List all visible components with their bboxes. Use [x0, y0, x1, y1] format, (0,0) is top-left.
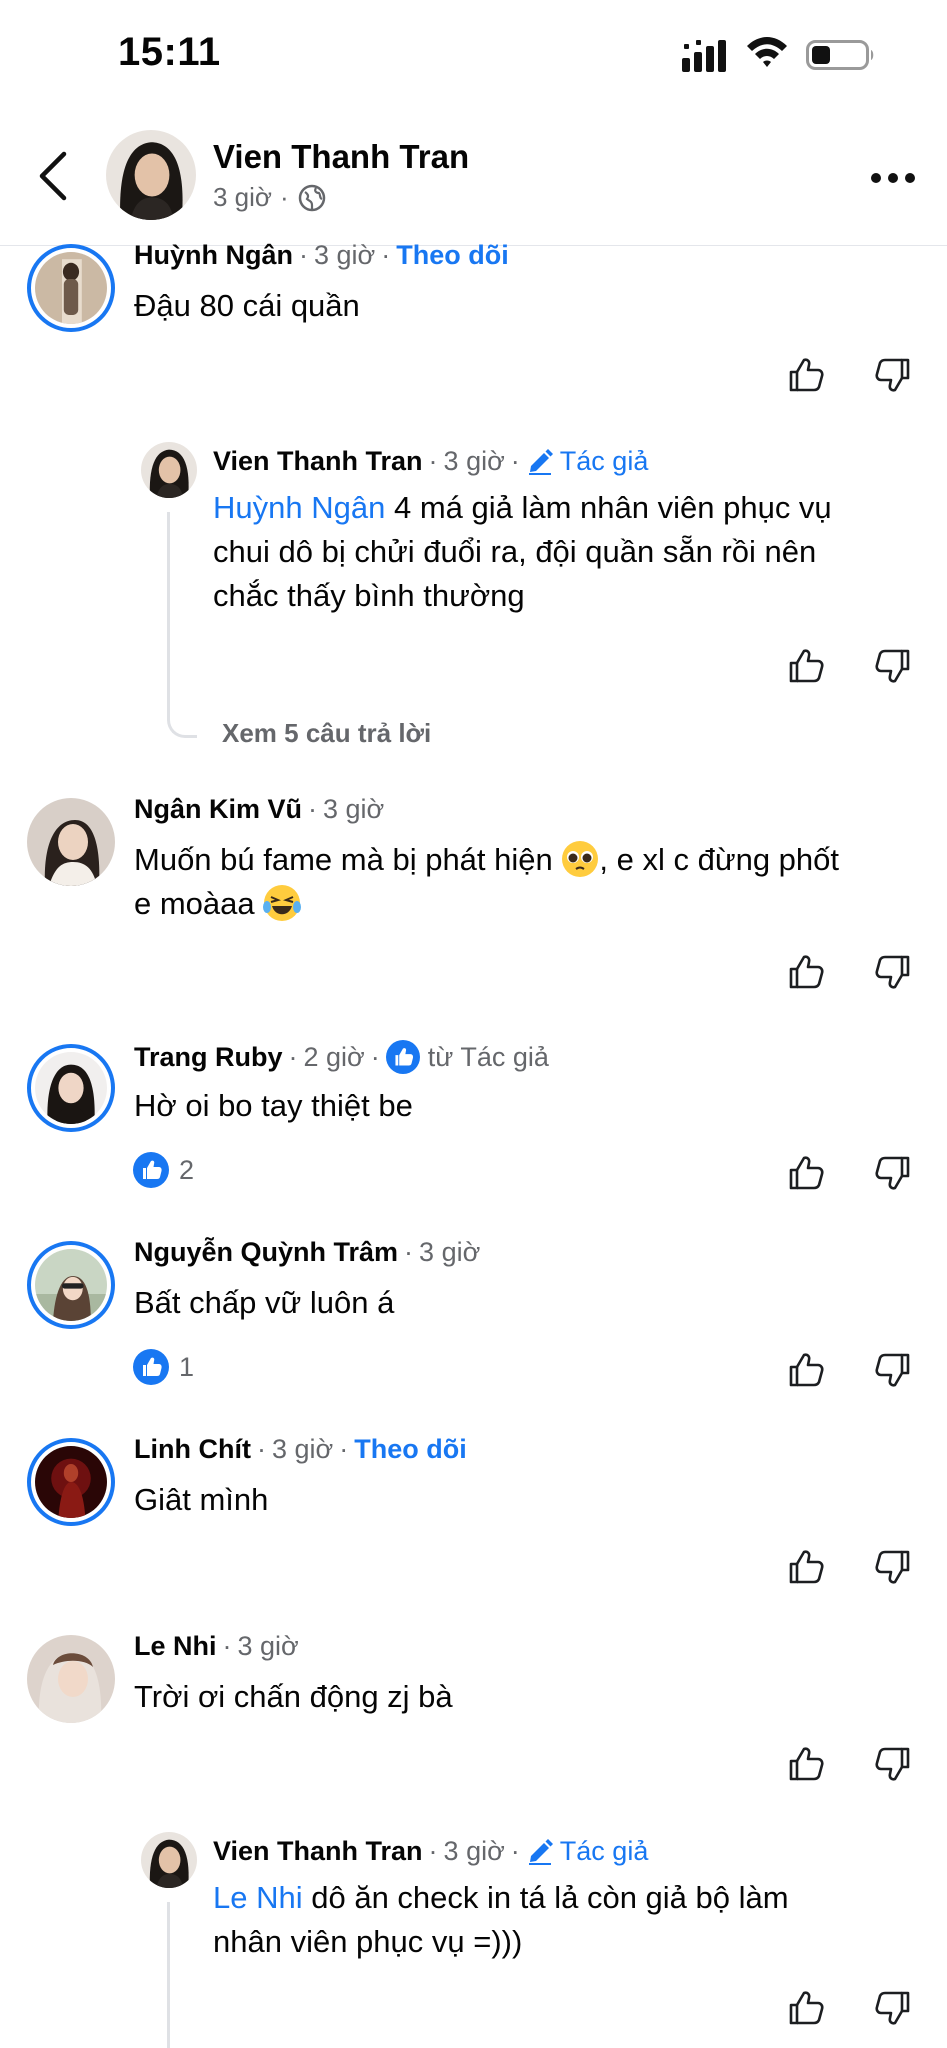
- author-badge: Tác giả: [526, 446, 648, 477]
- comment-time: 3 giờ: [419, 1237, 481, 1267]
- commenter-avatar[interactable]: [27, 798, 115, 886]
- comment-text: Giât mình: [134, 1482, 269, 1517]
- mention-link[interactable]: Le Nhi: [213, 1880, 303, 1915]
- reply-author-name[interactable]: Vien Thanh Tran: [213, 1836, 423, 1867]
- commenter-name[interactable]: Huỳnh Ngân: [134, 240, 293, 271]
- upvote-icon[interactable]: [786, 646, 826, 686]
- more-options-icon[interactable]: [870, 168, 916, 188]
- reply-text: Le Nhi dô ăn check in tá lả còn giả bộ l…: [213, 1880, 789, 1959]
- author-liked-badge: từ Tác giả: [386, 1040, 549, 1074]
- downvote-icon[interactable]: [873, 1744, 913, 1784]
- post-time: 3 giờ: [213, 182, 272, 212]
- comment-time: 3 giờ: [323, 794, 385, 824]
- reaction-count[interactable]: 2: [133, 1152, 194, 1188]
- commenter-name[interactable]: Ngân Kim Vũ: [134, 794, 302, 825]
- back-arrow-icon[interactable]: [34, 150, 74, 202]
- battery-icon: [806, 40, 874, 70]
- comment-time: 3 giờ: [271, 1434, 334, 1464]
- pleading-face-emoji: [562, 841, 599, 877]
- downvote-icon[interactable]: [873, 646, 913, 686]
- commenter-avatar[interactable]: [27, 1241, 115, 1329]
- downvote-icon[interactable]: [873, 1988, 913, 2028]
- comment-header: Le Nhi · 3 giờ: [134, 1631, 299, 1662]
- downvote-icon[interactable]: [873, 1547, 913, 1587]
- downvote-icon[interactable]: [873, 355, 913, 395]
- reply-author-avatar[interactable]: [141, 1832, 197, 1888]
- commenter-avatar[interactable]: [27, 1635, 115, 1723]
- upvote-icon[interactable]: [786, 1988, 826, 2028]
- comment-header: Linh Chít · 3 giờ · Theo dõi: [134, 1434, 467, 1465]
- comment-header: Nguyễn Quỳnh Trâm · 3 giờ: [134, 1237, 481, 1268]
- thread-line: [167, 512, 197, 738]
- comment-time: 2 giờ: [303, 1041, 365, 1072]
- cellular-signal-icon: [682, 40, 726, 72]
- like-icon: [386, 1040, 420, 1074]
- author-avatar[interactable]: [106, 130, 196, 220]
- downvote-icon[interactable]: [873, 952, 913, 992]
- reply-time: 3 giờ: [443, 1836, 505, 1866]
- commenter-avatar[interactable]: [27, 1438, 115, 1526]
- reply-text: Huỳnh Ngân 4 má giả làm nhân viên phục v…: [213, 490, 832, 613]
- thread-line: [167, 1902, 170, 2048]
- pencil-icon: [526, 1838, 554, 1866]
- post-header: Vien Thanh Tran 3 giờ ·: [0, 110, 947, 246]
- mention-link[interactable]: Huỳnh Ngân: [213, 490, 385, 525]
- status-time: 15:11: [118, 30, 221, 74]
- post-meta: 3 giờ ·: [213, 182, 327, 213]
- comment-header: Ngân Kim Vũ · 3 giờ: [134, 794, 385, 825]
- commenter-name[interactable]: Le Nhi: [134, 1631, 217, 1662]
- author-badge: Tác giả: [526, 1836, 648, 1867]
- commenter-name[interactable]: Linh Chít: [134, 1434, 251, 1465]
- comment-header: Trang Ruby · 2 giờ · từ Tác giả: [134, 1040, 549, 1074]
- reply-header: Vien Thanh Tran · 3 giờ · Tác giả: [213, 446, 649, 477]
- comment-header: Huỳnh Ngân · 3 giờ · Theo dõi: [134, 240, 509, 271]
- status-bar: 15:11: [0, 0, 947, 110]
- meta-separator: ·: [279, 182, 289, 212]
- commenter-avatar[interactable]: [27, 1044, 115, 1132]
- upvote-icon[interactable]: [786, 355, 826, 395]
- comment-text: Muốn bú fame mà bị phát hiện , e xl c đừ…: [134, 841, 840, 921]
- laughing-tears-emoji: [263, 885, 302, 921]
- upvote-icon[interactable]: [786, 1350, 826, 1390]
- wifi-icon: [747, 37, 787, 67]
- downvote-icon[interactable]: [873, 1153, 913, 1193]
- globe-icon: [298, 184, 325, 211]
- follow-button[interactable]: Theo dõi: [396, 240, 508, 271]
- comment-time: 3 giờ: [314, 240, 376, 270]
- view-replies-link[interactable]: Xem 5 câu trả lời: [222, 718, 431, 749]
- comment-text: Bất chấp vữ luôn á: [134, 1285, 395, 1320]
- reply-author-name[interactable]: Vien Thanh Tran: [213, 446, 423, 477]
- commenter-avatar[interactable]: [27, 244, 115, 332]
- reply-author-avatar[interactable]: [141, 442, 197, 498]
- follow-button[interactable]: Theo dõi: [354, 1434, 466, 1465]
- comment-text: Hờ oi bo tay thiệt be: [134, 1088, 413, 1123]
- upvote-icon[interactable]: [786, 952, 826, 992]
- like-reaction-icon: [133, 1152, 169, 1188]
- like-reaction-icon: [133, 1349, 169, 1385]
- comment-text: Đậu 80 cái quần: [134, 288, 360, 323]
- upvote-icon[interactable]: [786, 1153, 826, 1193]
- reaction-count[interactable]: 1: [133, 1349, 194, 1385]
- reply-header: Vien Thanh Tran · 3 giờ · Tác giả: [213, 1836, 649, 1867]
- comment-text: Trời ơi chấn động zj bà: [134, 1679, 453, 1714]
- pencil-icon: [526, 448, 554, 476]
- upvote-icon[interactable]: [786, 1744, 826, 1784]
- comment-time: 3 giờ: [237, 1631, 299, 1661]
- post-author-name[interactable]: Vien Thanh Tran: [213, 138, 469, 176]
- downvote-icon[interactable]: [873, 1350, 913, 1390]
- reply-time: 3 giờ: [443, 446, 505, 476]
- commenter-name[interactable]: Trang Ruby: [134, 1042, 283, 1073]
- upvote-icon[interactable]: [786, 1547, 826, 1587]
- commenter-name[interactable]: Nguyễn Quỳnh Trâm: [134, 1237, 398, 1268]
